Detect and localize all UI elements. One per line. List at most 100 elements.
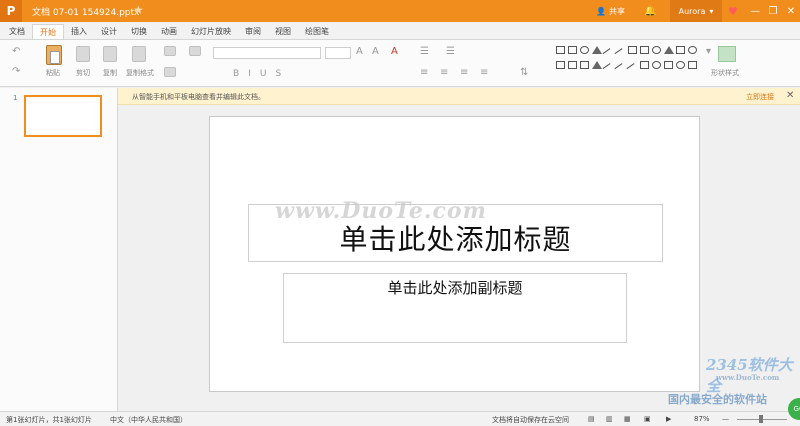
tab-transitions[interactable]: 切换 xyxy=(124,24,154,39)
textbox-shape-icon[interactable] xyxy=(556,46,565,54)
tab-document[interactable]: 文档 xyxy=(2,24,32,39)
rectangle-shape-icon[interactable] xyxy=(688,61,697,69)
format-buttons: B I U S xyxy=(233,69,281,79)
rectangle-shape-icon[interactable] xyxy=(664,61,673,69)
rectangle-shape-icon[interactable] xyxy=(640,46,649,54)
autosave-status: 文档将自动保存在云空间 xyxy=(492,416,569,424)
bullets-icon[interactable]: ☰ xyxy=(420,46,429,57)
decrease-font-icon[interactable]: A xyxy=(372,46,379,57)
zoom-out-button[interactable]: — xyxy=(722,415,729,423)
play-slideshow-icon[interactable]: ▶ xyxy=(666,415,671,423)
maximize-button[interactable]: ❐ xyxy=(764,0,782,22)
align-right-icon[interactable]: ≡ xyxy=(460,67,468,78)
arrow-shape-icon[interactable] xyxy=(676,46,685,54)
font-size-select[interactable] xyxy=(325,47,351,59)
paste-button[interactable]: 粘贴 xyxy=(46,68,60,78)
align-center-icon[interactable]: ≡ xyxy=(440,67,448,78)
redo-icon[interactable]: ↷ xyxy=(12,66,20,77)
curve-shape-icon[interactable] xyxy=(602,63,615,75)
triangle-shape-icon[interactable] xyxy=(592,46,602,54)
notification-bar: 从智能手机和平板电脑查看并编辑此文档。 立即连接 ✕ xyxy=(118,88,800,105)
section-icon[interactable] xyxy=(189,46,201,56)
line-shape-icon[interactable] xyxy=(602,48,615,60)
connect-now-link[interactable]: 立即连接 xyxy=(746,92,774,102)
italic-button[interactable]: I xyxy=(248,69,251,79)
tab-home[interactable]: 开始 xyxy=(32,24,64,39)
align-left-icon[interactable]: ≡ xyxy=(420,67,428,78)
tab-review[interactable]: 审阅 xyxy=(238,24,268,39)
sorter-view-icon[interactable]: ▦ xyxy=(624,415,631,423)
reset-icon[interactable] xyxy=(164,67,176,77)
close-button[interactable]: ✕ xyxy=(782,0,800,22)
textbox-shape-icon[interactable] xyxy=(568,46,577,54)
slide-panel: 1 xyxy=(0,88,118,411)
rounded-rectangle-shape-icon[interactable] xyxy=(568,61,577,69)
curve-shape-icon[interactable] xyxy=(626,63,639,75)
text-direction-icon[interactable]: ⇅ xyxy=(520,67,528,78)
font-name-select[interactable] xyxy=(213,47,321,59)
circle-shape-icon[interactable] xyxy=(652,61,661,69)
rectangle-shape-icon[interactable] xyxy=(628,46,637,54)
rectangle-shape-icon[interactable] xyxy=(556,61,565,69)
underline-button[interactable]: U xyxy=(260,69,267,79)
star-icon[interactable]: ★ xyxy=(133,3,144,17)
zoom-level[interactable]: 87% xyxy=(694,415,710,423)
user-menu[interactable]: Aurora ▾ xyxy=(670,0,722,22)
copy-icon[interactable] xyxy=(103,46,117,62)
share-icon: 👤 xyxy=(596,6,606,16)
normal-view-icon[interactable]: ▥ xyxy=(606,415,613,423)
shapes-expand-icon[interactable]: ▾ xyxy=(706,46,711,57)
rectangle-shape-icon[interactable] xyxy=(580,61,589,69)
font-color-icon[interactable]: A xyxy=(391,46,398,57)
slide-canvas: 单击此处添加标题 单击此处添加副标题 xyxy=(118,105,800,411)
copy-button[interactable]: 复制 xyxy=(103,68,117,78)
oval-shape-icon[interactable] xyxy=(580,46,589,54)
bell-icon[interactable]: 🔔 xyxy=(644,0,656,22)
heart-icon[interactable]: ♥ xyxy=(728,0,738,22)
circle-shape-icon[interactable] xyxy=(688,46,697,54)
curve-shape-icon[interactable] xyxy=(614,63,627,75)
tab-design[interactable]: 设计 xyxy=(94,24,124,39)
watermark-corner-text: 国内最安全的软件站 xyxy=(668,393,767,406)
rectangle-shape-icon[interactable] xyxy=(640,61,649,69)
zoom-slider-handle[interactable] xyxy=(759,415,763,423)
tab-slideshow[interactable]: 幻灯片放映 xyxy=(184,24,238,39)
subtitle-placeholder[interactable]: 单击此处添加副标题 xyxy=(283,273,627,343)
paste-icon[interactable] xyxy=(46,45,62,65)
wps-logo-icon[interactable]: P xyxy=(0,0,22,22)
tab-view[interactable]: 视图 xyxy=(268,24,298,39)
format-painter-button[interactable]: 复制格式 xyxy=(126,68,154,78)
close-icon[interactable]: ✕ xyxy=(786,90,794,101)
status-bar: 第1张幻灯片，共1张幻灯片 中文（中华人民共和国） 文档将自动保存在云空间 ▤ … xyxy=(0,411,800,426)
reading-view-icon[interactable]: ▣ xyxy=(644,415,651,423)
numbering-icon[interactable]: ☰ xyxy=(446,46,455,57)
notification-text: 从智能手机和平板电脑查看并编辑此文档。 xyxy=(132,93,265,101)
format-painter-icon[interactable] xyxy=(132,46,146,62)
justify-icon[interactable]: ≡ xyxy=(480,67,488,78)
triangle-shape-icon[interactable] xyxy=(592,61,602,69)
language-indicator[interactable]: 中文（中华人民共和国） xyxy=(110,415,187,425)
layout-icon[interactable] xyxy=(164,46,176,56)
slide-number: 1 xyxy=(13,94,18,102)
undo-icon[interactable]: ↶ xyxy=(12,46,20,57)
shape-style-button[interactable]: 形状样式 xyxy=(711,68,739,78)
cut-icon[interactable] xyxy=(76,46,90,62)
notes-icon[interactable]: ▤ xyxy=(588,415,595,423)
arrow-shape-icon[interactable] xyxy=(652,46,661,54)
tab-animations[interactable]: 动画 xyxy=(154,24,184,39)
bold-button[interactable]: B xyxy=(233,69,239,79)
cut-button[interactable]: 剪切 xyxy=(76,68,90,78)
slide-thumbnail[interactable] xyxy=(24,95,102,137)
shape-style-icon[interactable] xyxy=(718,46,736,62)
line-shape-icon[interactable] xyxy=(614,48,627,60)
arrow-shape-icon[interactable] xyxy=(664,46,674,54)
tab-pen[interactable]: 绘图笔 xyxy=(298,24,336,39)
increase-font-icon[interactable]: A xyxy=(356,46,363,57)
share-button[interactable]: 👤 共享 xyxy=(596,0,625,22)
tab-insert[interactable]: 插入 xyxy=(64,24,94,39)
share-label: 共享 xyxy=(608,6,625,16)
minimize-button[interactable]: — xyxy=(746,0,764,22)
subtitle-placeholder-text: 单击此处添加副标题 xyxy=(387,279,523,297)
strikethrough-button[interactable]: S xyxy=(275,69,281,79)
oval-shape-icon[interactable] xyxy=(676,61,685,69)
